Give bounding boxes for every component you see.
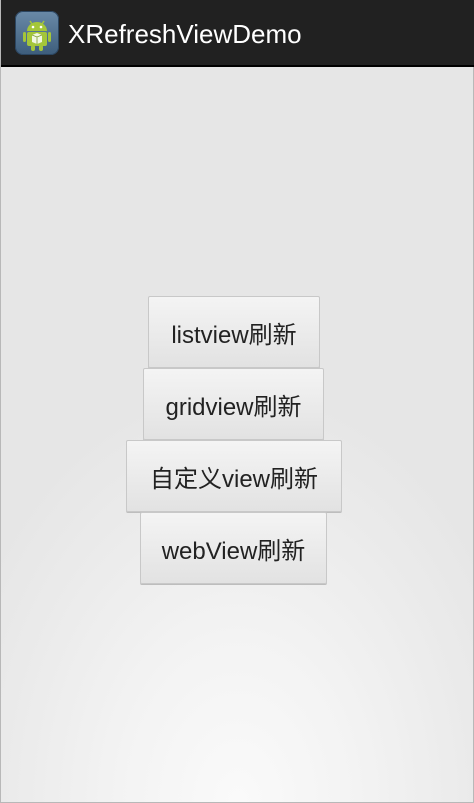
gridview-refresh-button[interactable]: gridview刷新 — [143, 368, 324, 440]
app-title: XRefreshViewDemo — [68, 19, 302, 49]
webview-refresh-button[interactable]: webView刷新 — [140, 512, 327, 584]
android-robot-icon[interactable] — [15, 11, 59, 55]
action-bar: XRefreshViewDemo — [1, 0, 474, 67]
app-screen: XRefreshViewDemo listview刷新 gridview刷新 自… — [0, 0, 474, 803]
listview-refresh-button[interactable]: listview刷新 — [148, 296, 320, 368]
custom-view-refresh-button[interactable]: 自定义view刷新 — [126, 440, 342, 512]
